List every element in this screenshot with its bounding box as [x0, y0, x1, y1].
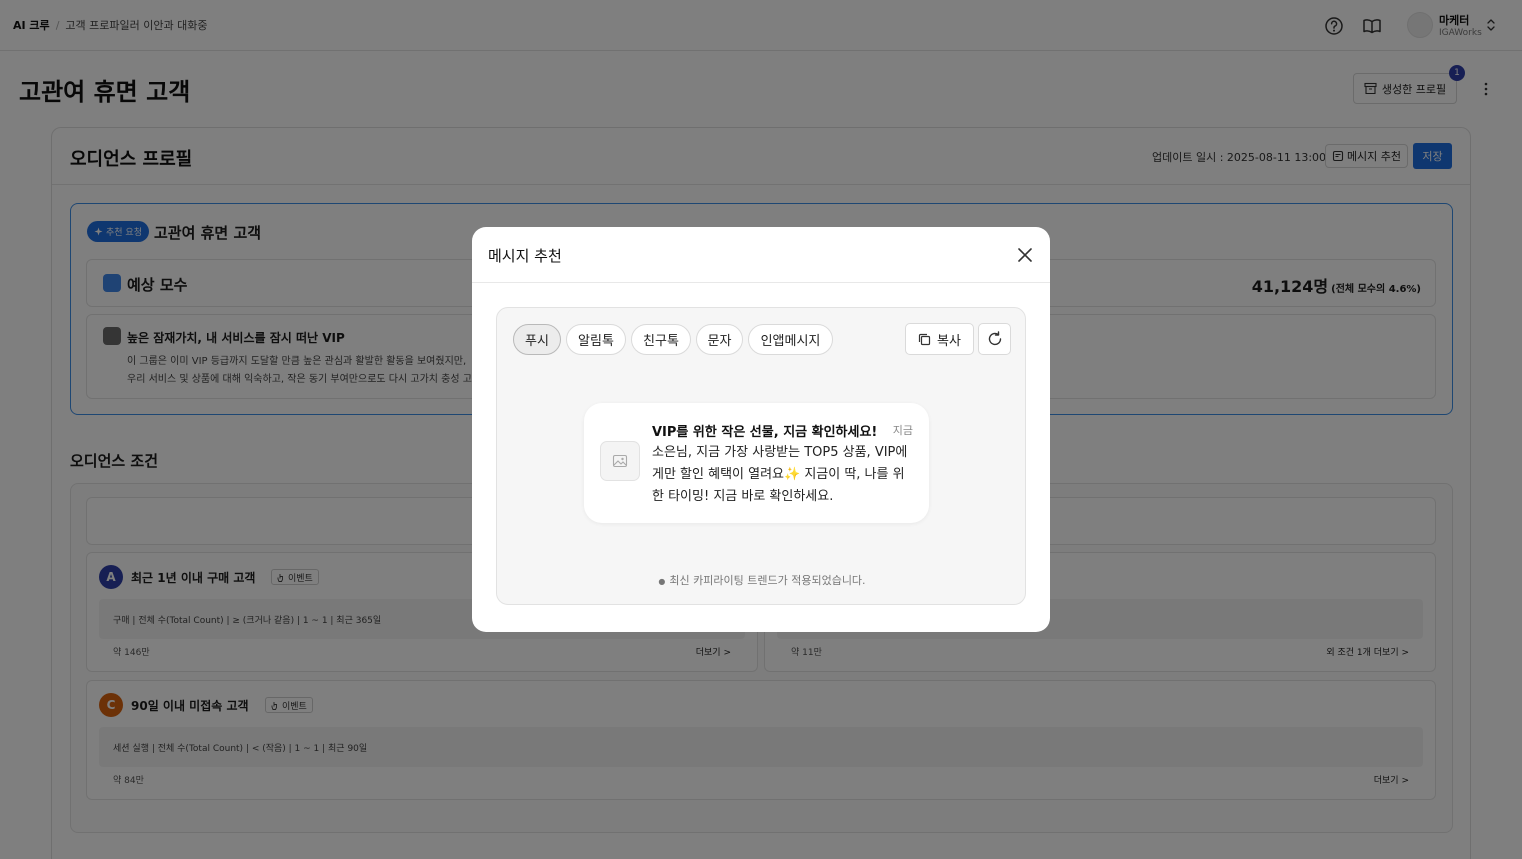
copy-label: 복사 [937, 333, 961, 349]
note-bullet-icon: ● [658, 577, 666, 586]
message-preview-panel: 푸시 알림톡 친구톡 문자 인앱메시지 복사 VIP를 위한 작은 선물, 지금… [496, 307, 1026, 605]
image-placeholder [600, 441, 640, 481]
note-text: 최신 카피라이팅 트렌드가 적용되었습니다. [669, 574, 866, 587]
tab-alimtalk[interactable]: 알림톡 [566, 324, 626, 355]
tab-friendtalk[interactable]: 친구톡 [631, 324, 691, 355]
image-icon [612, 454, 628, 468]
trend-note: ● 최신 카피라이팅 트렌드가 적용되었습니다. [497, 572, 1027, 588]
copy-icon [918, 333, 931, 345]
push-notification-preview: VIP를 위한 작은 선물, 지금 확인하세요! 지금 소은님, 지금 가장 사… [584, 403, 929, 523]
tab-inapp-message[interactable]: 인앱메시지 [748, 324, 833, 355]
close-icon[interactable] [1016, 246, 1034, 264]
refresh-icon [988, 331, 1001, 346]
message-recommend-modal: 메시지 추천 푸시 알림톡 친구톡 문자 인앱메시지 복사 VIP를 위한 작은… [472, 227, 1050, 632]
push-body: 소은님, 지금 가장 사랑받는 TOP5 상품, VIP에게만 할인 혜택이 열… [652, 445, 908, 504]
tab-push[interactable]: 푸시 [513, 324, 561, 355]
modal-title: 메시지 추천 [488, 247, 562, 265]
push-title: VIP를 위한 작은 선물, 지금 확인하세요! [652, 425, 878, 440]
push-time: 지금 [892, 424, 913, 437]
refresh-button[interactable] [978, 323, 1011, 355]
modal-divider [472, 282, 1050, 283]
copy-button[interactable]: 복사 [905, 323, 974, 355]
tab-sms[interactable]: 문자 [696, 324, 743, 355]
